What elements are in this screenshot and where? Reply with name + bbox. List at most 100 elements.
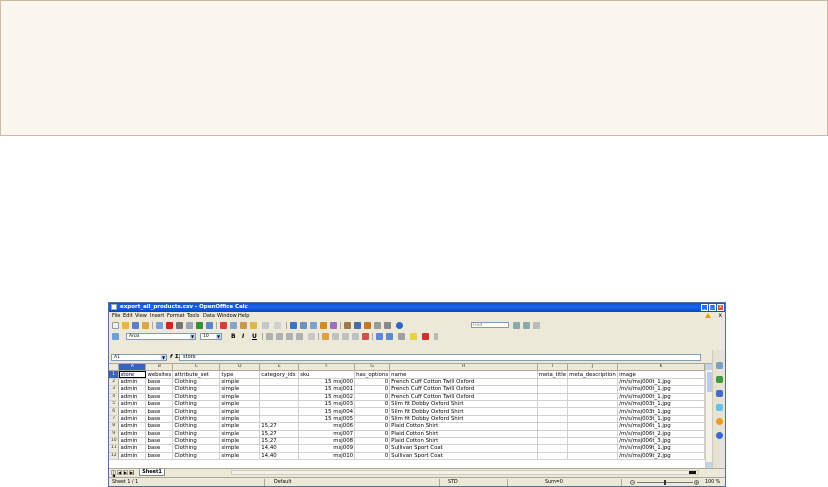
first-sheet-button[interactable]: |◀ [111, 470, 116, 478]
maximize-button[interactable]: □ [709, 304, 716, 311]
row-header[interactable]: 2 [109, 378, 120, 387]
table-cell[interactable]: websites [145, 370, 174, 379]
menu-help[interactable]: Help [238, 313, 249, 319]
table-cell[interactable]: /m/s/msj000t_1.jpg [617, 385, 705, 394]
table-cell[interactable]: admin [118, 378, 147, 387]
edit-file-icon[interactable] [156, 322, 163, 329]
table-cell[interactable] [567, 385, 619, 394]
table-cell[interactable]: Clothing [172, 437, 221, 446]
table-cell[interactable]: base [145, 400, 174, 409]
tool-icon[interactable] [716, 362, 723, 369]
table-cell[interactable]: Clothing [172, 407, 221, 416]
column-header[interactable]: C [172, 364, 221, 372]
menu-data[interactable]: Data [203, 313, 215, 319]
table-cell[interactable]: msj007 [298, 430, 356, 438]
table-cell[interactable] [567, 415, 619, 424]
table-cell[interactable]: attribute_set [172, 370, 221, 379]
table-cell[interactable]: 15 msj004 [298, 407, 356, 416]
row-header[interactable]: 10 [109, 437, 120, 446]
table-cell[interactable]: Clothing [172, 393, 221, 401]
table-cell[interactable]: simple [219, 385, 261, 394]
help-icon[interactable] [396, 322, 403, 329]
table-cell[interactable] [537, 415, 569, 424]
row-header[interactable]: 3 [109, 385, 120, 394]
find-replace-icon[interactable] [344, 322, 351, 329]
row-header[interactable]: 12 [109, 452, 120, 461]
table-cell[interactable]: Clothing [172, 378, 221, 387]
last-sheet-button[interactable]: ▶| [129, 470, 134, 475]
column-header[interactable]: K [617, 364, 705, 372]
find-options-icon[interactable] [533, 322, 540, 329]
table-cell[interactable] [537, 400, 569, 409]
column-header[interactable]: F [298, 364, 356, 372]
table-cell[interactable]: simple [219, 437, 261, 446]
paste-icon[interactable] [240, 322, 247, 329]
table-cell[interactable]: 14,40 [259, 444, 300, 453]
table-cell[interactable]: msj006 [298, 422, 356, 431]
table-cell[interactable]: 0 [354, 422, 391, 431]
table-cell[interactable] [259, 393, 300, 401]
email-icon[interactable] [142, 322, 149, 329]
table-cell[interactable]: 0 [354, 415, 391, 424]
table-cell[interactable]: type [219, 370, 261, 379]
table-cell[interactable] [567, 452, 619, 461]
column-header[interactable]: I [537, 364, 569, 372]
table-cell[interactable]: admin [118, 430, 147, 438]
table-cell[interactable]: /m/s/msj009t_2.jpg [617, 452, 705, 461]
horizontal-scrollbar[interactable] [231, 470, 699, 475]
table-cell[interactable] [259, 385, 300, 394]
table-cell[interactable]: 15 msj003 [298, 400, 356, 409]
close-document-button[interactable]: x [718, 312, 722, 319]
menu-format[interactable]: Format [167, 313, 185, 319]
table-cell[interactable]: simple [219, 444, 261, 453]
table-cell[interactable] [537, 407, 569, 416]
delete-decimal-icon[interactable] [362, 333, 369, 340]
styles-formatting-icon[interactable] [112, 333, 119, 340]
menu-view[interactable]: View [135, 313, 147, 319]
table-cell[interactable]: base [145, 452, 174, 461]
table-cell[interactable]: meta_title [537, 370, 569, 379]
table-cell[interactable] [537, 437, 569, 446]
align-right-icon[interactable] [286, 333, 293, 340]
table-cell[interactable]: admin [118, 437, 147, 446]
table-cell[interactable]: base [145, 422, 174, 431]
table-cell[interactable]: simple [219, 393, 261, 401]
table-cell[interactable]: Slim fit Dobby Oxford Shirt [389, 415, 538, 424]
gallery-icon[interactable] [364, 322, 371, 329]
table-cell[interactable] [567, 378, 619, 387]
borders-icon[interactable] [398, 333, 405, 340]
table-cell[interactable] [537, 393, 569, 401]
print-icon[interactable] [176, 322, 183, 329]
table-cell[interactable]: sku [298, 370, 356, 379]
table-cell[interactable]: Clothing [172, 415, 221, 424]
corner-cell[interactable] [109, 364, 120, 372]
column-header[interactable]: B [145, 364, 174, 372]
table-cell[interactable]: has_options [354, 370, 391, 379]
align-center-icon[interactable] [276, 333, 283, 340]
tab-sheet1[interactable]: Sheet1 [139, 469, 165, 476]
table-cell[interactable]: French Cuff Cotton Twill Oxford [389, 378, 538, 387]
column-header[interactable]: D [219, 364, 261, 372]
decrease-indent-icon[interactable] [376, 333, 383, 340]
table-cell[interactable]: 15,27 [259, 437, 300, 446]
table-cell[interactable]: admin [118, 385, 147, 394]
row-header[interactable]: 9 [109, 430, 120, 438]
table-cell[interactable]: base [145, 444, 174, 453]
table-cell[interactable]: category_ids [259, 370, 300, 379]
row-header[interactable]: 8 [109, 422, 120, 431]
hyperlink-icon[interactable] [290, 322, 297, 329]
bold-button[interactable]: B [231, 333, 236, 340]
save-icon[interactable] [132, 322, 139, 329]
web-icon[interactable] [716, 432, 723, 439]
data-sources-icon[interactable] [374, 322, 381, 329]
font-name-select[interactable]: Arial ▼ [126, 333, 196, 340]
table-cell[interactable] [537, 430, 569, 438]
table-cell[interactable]: /m/s/msj009t_1.jpg [617, 444, 705, 453]
table-cell[interactable]: simple [219, 452, 261, 461]
table-cell[interactable]: /m/s/msj006t_3.jpg [617, 437, 705, 446]
new-document-icon[interactable] [112, 322, 119, 329]
table-cell[interactable]: 15 msj001 [298, 385, 356, 394]
styles-icon[interactable] [716, 376, 723, 383]
name-box[interactable]: A1 ▼ [111, 354, 167, 361]
table-cell[interactable] [567, 400, 619, 409]
